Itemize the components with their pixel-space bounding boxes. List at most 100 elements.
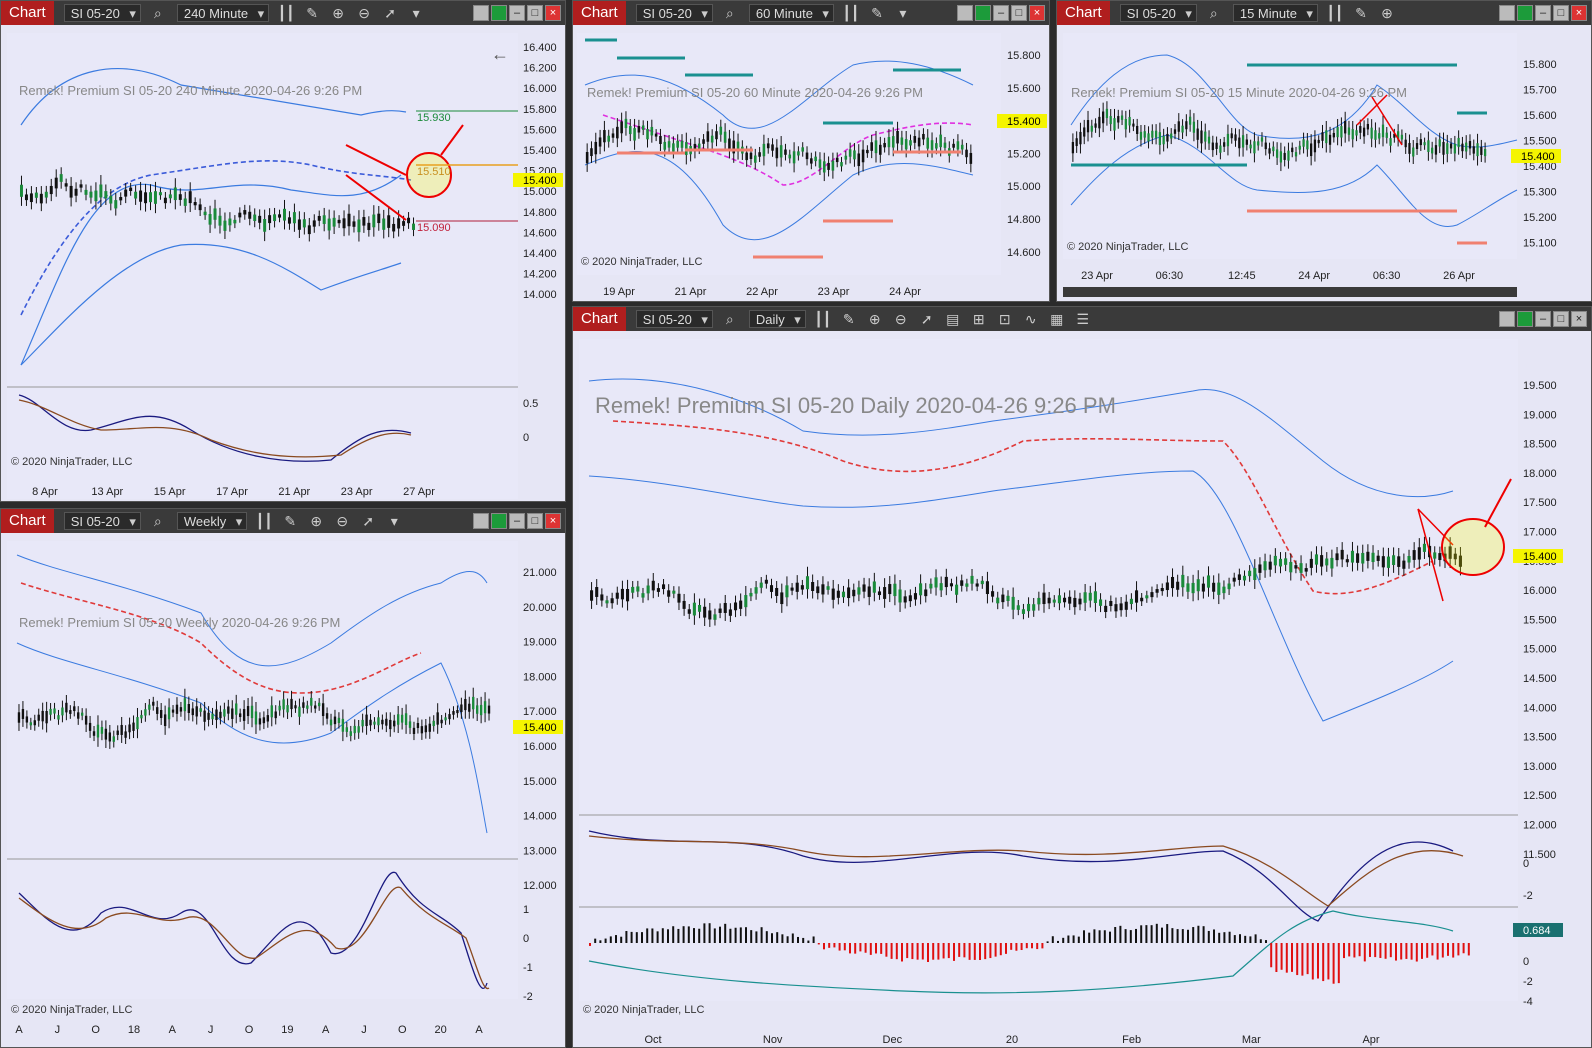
close-button[interactable]: × xyxy=(545,5,561,21)
link-color-button[interactable] xyxy=(491,513,507,529)
bar-type-icon[interactable]: ┃┃ xyxy=(842,5,860,22)
data-box-icon[interactable]: ▤ xyxy=(944,311,962,328)
chart-label[interactable]: Chart xyxy=(573,1,626,25)
minimize-button[interactable]: – xyxy=(993,5,1009,21)
chart-area[interactable]: 15.800 15.700 15.600 15.500 15.400 15.300 15.2… xyxy=(1057,25,1591,301)
zoom-in-icon[interactable]: ⊕ xyxy=(329,5,347,22)
zoom-in-icon[interactable]: ⊕ xyxy=(307,513,325,530)
instrument-selector[interactable]: SI 05-20 xyxy=(1119,4,1197,23)
horizontal-scrollbar[interactable] xyxy=(1063,287,1517,297)
bar-type-icon[interactable]: ┃┃ xyxy=(277,5,295,22)
link-button[interactable] xyxy=(1499,311,1515,327)
price-chart[interactable]: 16.40016.20016.00015.80015.60015.40015.2… xyxy=(1,25,566,502)
candle-body xyxy=(1166,133,1169,142)
candle-body xyxy=(1011,596,1015,610)
interval-selector[interactable]: 15 Minute xyxy=(1232,4,1318,23)
instrument-selector[interactable]: SI 05-20 xyxy=(63,512,141,531)
maximize-button[interactable]: □ xyxy=(1553,311,1569,327)
chart-area[interactable]: 15.800 15.600 15.400 15.200 15.000 14.800 14.6… xyxy=(573,25,1049,301)
strategies-icon[interactable]: ⊡ xyxy=(996,311,1014,328)
x-tick-label: 24 Apr xyxy=(889,286,921,298)
properties-icon[interactable]: ⊞ xyxy=(970,311,988,328)
price-chart[interactable]: 15.800 15.600 15.400 15.200 15.000 14.800 14.6… xyxy=(573,25,1050,302)
instrument-selector[interactable]: SI 05-20 xyxy=(635,4,713,23)
interval-selector[interactable]: Weekly xyxy=(176,512,248,531)
bar-type-icon[interactable]: ┃┃ xyxy=(255,513,273,530)
price-chart[interactable]: 21.000 20.000 19.000 18.000 17.000 16.000 15.0… xyxy=(1,533,566,1048)
interval-selector[interactable]: Daily xyxy=(748,310,806,329)
chart-label[interactable]: Chart xyxy=(1,1,54,25)
candle-body xyxy=(114,200,118,209)
bar-type-icon[interactable]: ┃┃ xyxy=(814,311,832,328)
interval-selector[interactable]: 240 Minute xyxy=(176,4,270,23)
link-color-button[interactable] xyxy=(491,5,507,21)
chart-window-60min[interactable]: Chart SI 05-20 ⌕ 60 Minute ┃┃ ✎ ▾ – □ × … xyxy=(572,0,1050,302)
zoom-out-icon[interactable]: ⊖ xyxy=(892,311,910,328)
price-chart[interactable]: 19.50019.00018.50018.00017.50017.00016.5… xyxy=(573,331,1592,1048)
pointer-icon[interactable]: ➚ xyxy=(381,5,399,22)
zoom-out-icon[interactable]: ⊖ xyxy=(333,513,351,530)
chart-area[interactable]: 16.400 16.200 16.000 15.800 15.600 15.400 15.2… xyxy=(1,25,565,501)
maximize-button[interactable]: □ xyxy=(1011,5,1027,21)
indicators-icon[interactable]: ∿ xyxy=(1022,311,1040,328)
maximize-button[interactable]: □ xyxy=(1553,5,1569,21)
candle-body xyxy=(1063,597,1067,603)
search-icon[interactable]: ⌕ xyxy=(721,311,739,328)
dropdown-icon[interactable]: ▾ xyxy=(385,513,403,530)
chart-area[interactable]: 21.000 20.000 19.000 18.000 17.000 16.000 15.0… xyxy=(1,533,565,1047)
minimize-button[interactable]: – xyxy=(1535,5,1551,21)
zoom-in-icon[interactable]: ⊕ xyxy=(1378,5,1396,22)
dropdown-icon[interactable]: ▾ xyxy=(894,5,912,22)
candle-body xyxy=(965,583,969,587)
minimize-button[interactable]: – xyxy=(509,5,525,21)
close-button[interactable]: × xyxy=(1571,311,1587,327)
chart-label[interactable]: Chart xyxy=(573,307,626,331)
link-color-button[interactable] xyxy=(975,5,991,21)
maximize-button[interactable]: □ xyxy=(527,5,543,21)
price-tag: 15.400 xyxy=(1007,116,1041,128)
bar-type-icon[interactable]: ┃┃ xyxy=(1326,5,1344,22)
close-button[interactable]: × xyxy=(1571,5,1587,21)
pencil-icon[interactable]: ✎ xyxy=(1352,5,1370,22)
link-color-button[interactable] xyxy=(1517,311,1533,327)
oscillator-tick-label: -2 xyxy=(1523,890,1533,902)
minimize-button[interactable]: – xyxy=(509,513,525,529)
zoom-in-icon[interactable]: ⊕ xyxy=(866,311,884,328)
close-button[interactable]: × xyxy=(1029,5,1045,21)
chart-window-240min[interactable]: Chart SI 05-20 ⌕ 240 Minute ┃┃ ✎ ⊕ ⊖ ➚ ▾… xyxy=(0,0,566,502)
chart-label[interactable]: Chart xyxy=(1,509,54,533)
close-button[interactable]: × xyxy=(545,513,561,529)
pencil-icon[interactable]: ✎ xyxy=(303,5,321,22)
search-icon[interactable]: ⌕ xyxy=(721,5,739,22)
pencil-icon[interactable]: ✎ xyxy=(840,311,858,328)
back-arrow-icon[interactable]: ← xyxy=(491,44,509,64)
templates-icon[interactable]: ▦ xyxy=(1048,311,1066,328)
chart-label[interactable]: Chart xyxy=(1057,1,1110,25)
link-button[interactable] xyxy=(473,513,489,529)
pointer-icon[interactable]: ➚ xyxy=(918,311,936,328)
list-icon[interactable]: ☰ xyxy=(1074,311,1092,328)
chart-window-15min[interactable]: Chart SI 05-20 ⌕ 15 Minute ┃┃ ✎ ⊕ – □ × … xyxy=(1056,0,1592,302)
chart-window-daily[interactable]: Chart SI 05-20 ⌕ Daily ┃┃ ✎ ⊕ ⊖ ➚ ▤ ⊞ ⊡ … xyxy=(572,306,1592,1048)
search-icon[interactable]: ⌕ xyxy=(1205,5,1223,22)
minimize-button[interactable]: – xyxy=(1535,311,1551,327)
price-chart[interactable]: 15.800 15.700 15.600 15.500 15.400 15.300 15.2… xyxy=(1057,25,1592,302)
link-color-button[interactable] xyxy=(1517,5,1533,21)
pencil-icon[interactable]: ✎ xyxy=(281,513,299,530)
chart-window-weekly[interactable]: Chart SI 05-20 ⌕ Weekly ┃┃ ✎ ⊕ ⊖ ➚ ▾ – □… xyxy=(0,508,566,1048)
link-button[interactable] xyxy=(957,5,973,21)
link-button[interactable] xyxy=(1499,5,1515,21)
search-icon[interactable]: ⌕ xyxy=(149,5,167,22)
zoom-out-icon[interactable]: ⊖ xyxy=(355,5,373,22)
dropdown-icon[interactable]: ▾ xyxy=(407,5,425,22)
instrument-selector[interactable]: SI 05-20 xyxy=(63,4,141,23)
instrument-selector[interactable]: SI 05-20 xyxy=(635,310,713,329)
maximize-button[interactable]: □ xyxy=(527,513,543,529)
search-icon[interactable]: ⌕ xyxy=(149,513,167,530)
interval-selector[interactable]: 60 Minute xyxy=(748,4,834,23)
link-button[interactable] xyxy=(473,5,489,21)
chart-area[interactable]: 19.50019.00018.50018.00017.50017.00016.5… xyxy=(573,331,1591,1047)
candle-body xyxy=(312,220,316,227)
pointer-icon[interactable]: ➚ xyxy=(359,513,377,530)
pencil-icon[interactable]: ✎ xyxy=(868,5,886,22)
